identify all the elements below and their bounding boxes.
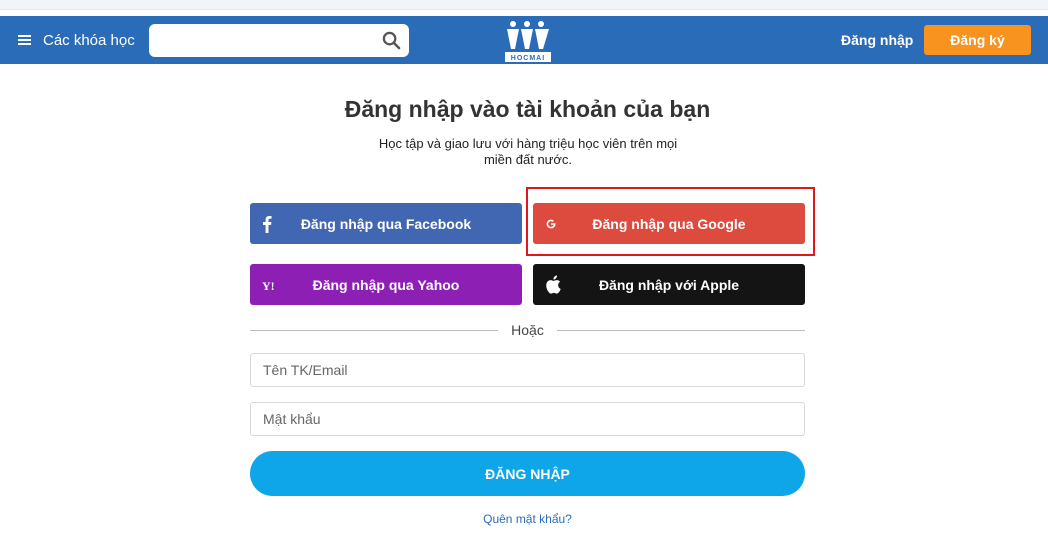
browser-top-strip: [0, 0, 1048, 10]
password-field-wrapper: [250, 402, 805, 436]
search-input[interactable]: [159, 24, 379, 57]
login-submit-button[interactable]: ĐĂNG NHẬP: [250, 451, 805, 496]
page-subtitle: Học tập và giao lưu với hàng triệu học v…: [378, 136, 678, 167]
page-title: Đăng nhập vào tài khoản của bạn: [344, 96, 711, 122]
password-field[interactable]: [251, 403, 804, 435]
apple-login-button[interactable]: Đăng nhập với Apple: [533, 264, 805, 305]
svg-text:Y!: Y!: [262, 279, 275, 291]
facebook-login-button[interactable]: Đăng nhập qua Facebook: [250, 203, 522, 244]
top-navbar: Các khóa học HOCMAI Đăng nhập Đăng ký: [0, 16, 1048, 64]
facebook-icon: [262, 203, 272, 244]
google-login-label: Đăng nhập qua Google: [592, 215, 746, 232]
google-icon: [545, 203, 557, 244]
menu-icon: [18, 35, 31, 45]
register-button[interactable]: Đăng ký: [924, 25, 1031, 55]
yahoo-icon: Y!: [262, 264, 282, 305]
search-box: [149, 24, 409, 57]
username-field[interactable]: [251, 354, 804, 386]
forgot-password-link[interactable]: Quên mật khẩu?: [0, 512, 1048, 526]
yahoo-login-button[interactable]: Y! Đăng nhập qua Yahoo: [250, 264, 522, 305]
courses-menu-button[interactable]: Các khóa học: [18, 16, 135, 64]
username-field-wrapper: [250, 353, 805, 387]
courses-menu-label: Các khóa học: [43, 31, 135, 49]
hocmai-logo[interactable]: HOCMAI: [503, 19, 553, 63]
divider-right: [557, 330, 805, 331]
apple-icon: [545, 264, 561, 305]
search-icon[interactable]: [382, 31, 401, 50]
header-login-link[interactable]: Đăng nhập: [841, 16, 913, 64]
divider-left: [250, 330, 498, 331]
google-login-button[interactable]: Đăng nhập qua Google: [533, 203, 805, 244]
apple-login-label: Đăng nhập với Apple: [598, 276, 740, 293]
facebook-login-label: Đăng nhập qua Facebook: [300, 215, 472, 232]
yahoo-login-label: Đăng nhập qua Yahoo: [312, 276, 460, 293]
logo-text: HOCMAI: [511, 55, 545, 62]
or-separator-text: Hoặc: [511, 322, 544, 338]
